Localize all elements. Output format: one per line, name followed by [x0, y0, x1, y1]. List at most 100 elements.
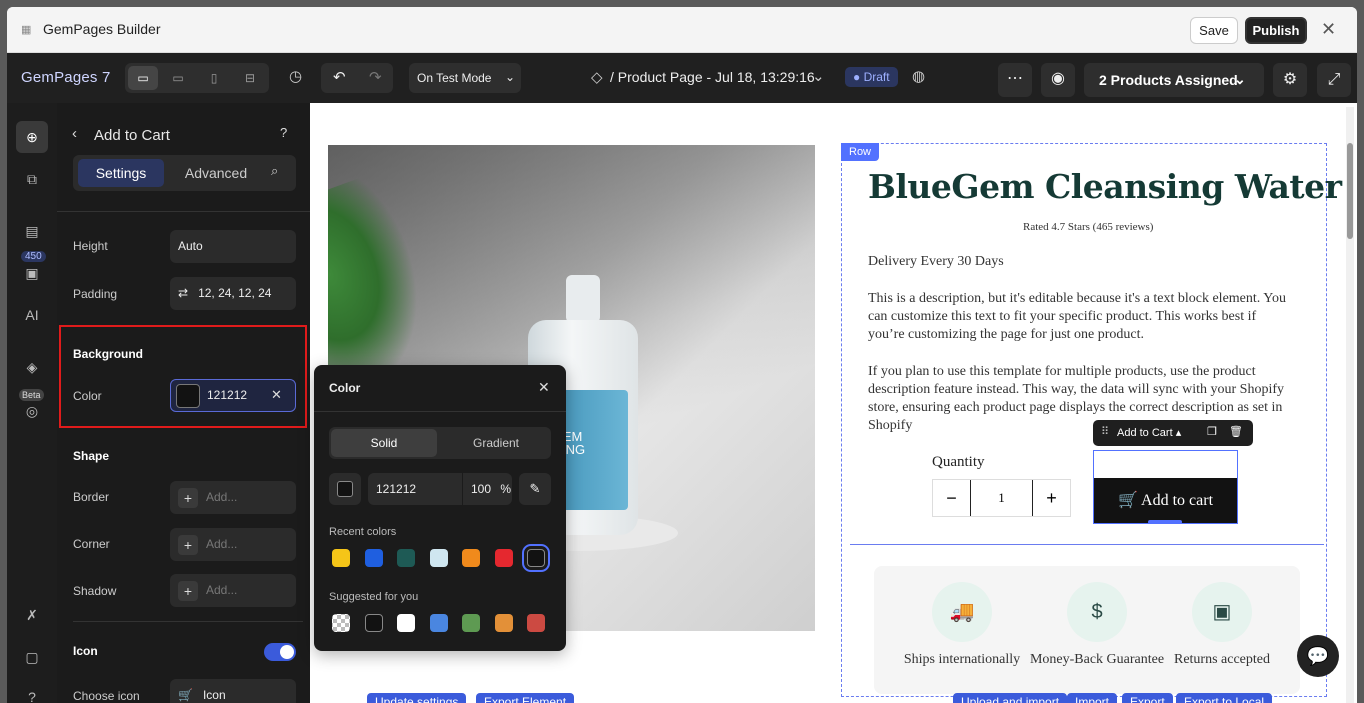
target-icon[interactable]: ◎: [16, 395, 48, 427]
current-color-swatch[interactable]: [329, 473, 361, 505]
color-swatch[interactable]: [527, 614, 545, 632]
choose-icon-field[interactable]: 🛒 Icon: [170, 679, 296, 703]
color-picker-popover: Color ✕ Solid Gradient 121212 100 % ✎ Re…: [314, 365, 566, 651]
element-name[interactable]: Add to Cart ▴: [1117, 426, 1181, 439]
export-local-button[interactable]: Export to Local: [1176, 693, 1273, 703]
scrollbar[interactable]: [1346, 107, 1354, 703]
popover-title: Color: [329, 381, 361, 395]
add-to-cart-button[interactable]: 🛒 Add to cart: [1094, 478, 1237, 523]
background-section-title: Background: [73, 347, 144, 361]
help-icon[interactable]: ?: [16, 681, 48, 703]
tab-solid[interactable]: Solid: [331, 429, 437, 457]
layout-icon[interactable]: ⊟: [235, 66, 265, 90]
test-mode-dropdown[interactable]: On Test Mode ⌄: [409, 63, 521, 93]
highlight-box: [59, 325, 307, 428]
scrollbar-thumb[interactable]: [1347, 143, 1353, 239]
color-swatch[interactable]: [332, 549, 350, 567]
color-swatch[interactable]: [364, 549, 383, 567]
height-field[interactable]: Auto: [170, 230, 296, 263]
resize-handle[interactable]: [1148, 520, 1182, 524]
color-swatch[interactable]: [462, 614, 480, 632]
icon-toggle[interactable]: [264, 643, 296, 661]
color-swatch[interactable]: [462, 549, 480, 567]
product-description[interactable]: This is a description, but it's editable…: [868, 290, 1290, 344]
color-swatch[interactable]: [429, 614, 448, 632]
padding-value: 12, 24, 12, 24: [198, 286, 272, 300]
color-swatch[interactable]: [494, 614, 513, 632]
close-icon[interactable]: ✕: [538, 379, 550, 396]
ai-icon[interactable]: AI: [16, 299, 48, 331]
quantity-value[interactable]: 1: [971, 480, 1032, 516]
fill-type-tabs: Solid Gradient: [329, 427, 551, 459]
color-swatch[interactable]: [332, 614, 350, 632]
x-icon[interactable]: ✗: [16, 599, 48, 631]
editor-toolbar: GemPages 7 ▭ ▭ ▯ ⊟ ◷ ↶ ↷ On Test Mode ⌄ …: [7, 53, 1357, 103]
pages-icon[interactable]: ▤: [16, 215, 48, 247]
color-value: 121212: [207, 388, 248, 402]
row-tag[interactable]: Row: [841, 143, 880, 161]
clipboard-icon[interactable]: ▢: [16, 641, 48, 673]
templates-icon[interactable]: ▣: [16, 257, 48, 289]
expand-icon[interactable]: ⤢: [1317, 63, 1351, 97]
products-assigned-dropdown[interactable]: 2 Products Assigned ⌄: [1084, 63, 1264, 97]
elements-icon[interactable]: ⧉: [16, 163, 48, 195]
drag-handle-icon[interactable]: ⠿: [1101, 425, 1109, 438]
product-title[interactable]: BlueGem Cleansing Water: [868, 167, 1342, 206]
corner-field[interactable]: + Add...: [170, 528, 296, 561]
tab-advanced[interactable]: Advanced: [173, 159, 259, 187]
eyedropper-icon[interactable]: ✎: [519, 473, 551, 505]
tab-gradient[interactable]: Gradient: [443, 429, 549, 457]
layers-icon[interactable]: ◈: [16, 351, 48, 383]
plus-icon[interactable]: +: [178, 534, 198, 555]
update-settings-button[interactable]: Update settings: [367, 693, 467, 703]
color-swatch[interactable]: [429, 549, 448, 567]
history-icon[interactable]: ◷: [289, 67, 302, 85]
mobile-icon[interactable]: ▯: [199, 66, 229, 90]
shadow-field[interactable]: + Add...: [170, 574, 296, 607]
opacity-unit: %: [500, 482, 512, 496]
more-icon[interactable]: ⋯: [998, 63, 1032, 97]
chevron-down-icon[interactable]: ⌄: [812, 67, 825, 85]
delete-icon[interactable]: 🗑: [1229, 425, 1243, 438]
globe-icon[interactable]: ◍: [912, 67, 925, 85]
preview-icon[interactable]: ◉: [1041, 63, 1075, 97]
color-swatch[interactable]: [522, 544, 550, 572]
plus-icon[interactable]: +: [178, 487, 198, 508]
export-element-button[interactable]: Export Element: [476, 693, 575, 703]
color-swatch[interactable]: [364, 614, 383, 632]
opacity-input[interactable]: 100 %: [462, 473, 512, 505]
plus-icon[interactable]: +: [178, 580, 198, 601]
border-field[interactable]: + Add...: [170, 481, 296, 514]
redo-icon[interactable]: ↷: [369, 68, 382, 86]
undo-icon[interactable]: ↶: [333, 68, 346, 86]
divider: [73, 621, 303, 622]
help-icon[interactable]: ?: [280, 125, 287, 140]
publish-button[interactable]: Publish: [1245, 17, 1307, 44]
close-icon[interactable]: ✕: [1321, 19, 1336, 40]
color-swatch[interactable]: [397, 549, 415, 567]
tablet-landscape-icon[interactable]: ▭: [163, 66, 193, 90]
export-button[interactable]: Export: [1122, 693, 1173, 703]
duplicate-icon[interactable]: ❐: [1207, 425, 1217, 438]
clear-icon[interactable]: ✕: [271, 387, 282, 403]
color-swatch[interactable]: [397, 614, 415, 632]
page-name[interactable]: / Product Page - Jul 18, 13:29:16: [610, 69, 815, 85]
minus-icon[interactable]: −: [933, 480, 971, 516]
back-icon[interactable]: ‹: [72, 125, 77, 142]
add-element-icon[interactable]: ⊕: [16, 121, 48, 153]
import-button[interactable]: Import: [1067, 693, 1118, 703]
color-swatch[interactable]: [494, 549, 513, 567]
plus-icon[interactable]: +: [1032, 480, 1070, 516]
tab-settings[interactable]: Settings: [78, 159, 164, 187]
app-title: GemPages Builder: [43, 21, 161, 37]
save-button[interactable]: Save: [1190, 17, 1238, 44]
chat-icon[interactable]: 💬: [1297, 635, 1339, 677]
padding-field[interactable]: ⇄ 12, 24, 12, 24: [170, 277, 296, 310]
search-icon[interactable]: ⌕: [271, 163, 278, 179]
desktop-icon[interactable]: ▭: [128, 66, 158, 90]
gear-icon[interactable]: ⚙: [1273, 63, 1307, 97]
color-field[interactable]: 121212 ✕: [170, 379, 296, 412]
logo: GemPages 7: [21, 69, 111, 86]
color-swatch[interactable]: [176, 384, 200, 408]
upload-import-button[interactable]: Upload and import: [953, 693, 1068, 703]
